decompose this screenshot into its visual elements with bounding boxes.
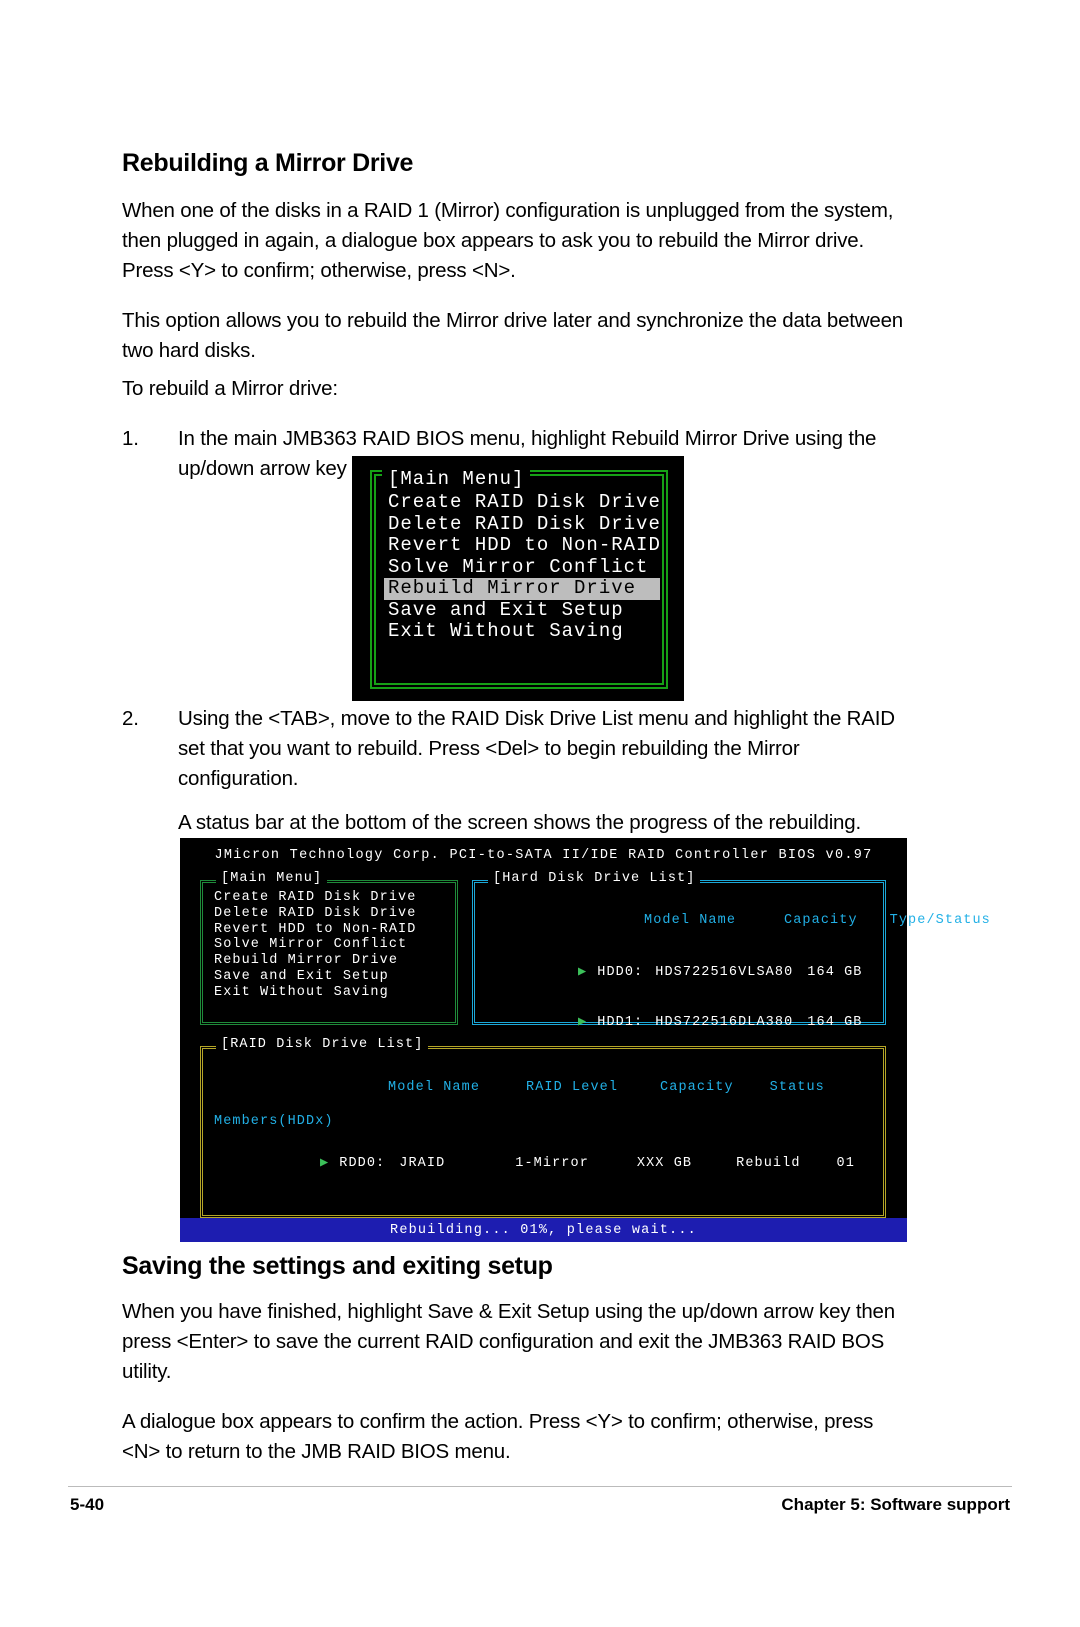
column-header-type-status: Type/Status — [889, 912, 991, 928]
cell-drive-id: HDD0: — [597, 965, 644, 980]
panel-title-hard-disk-drive-list: [Hard Disk Drive List] — [488, 871, 701, 886]
menu-item-create-raid-disk-drive[interactable]: Create RAID Disk Drive — [214, 890, 452, 906]
table-row[interactable]: ▶ HDD1: HDS722516DLA380 164 GB RAID Inside — [486, 998, 1011, 1048]
cell-raid-level: 1-Mirror — [515, 1155, 589, 1171]
menu-item-exit-without-saving[interactable]: Exit Without Saving — [384, 620, 674, 643]
column-header-raid-level: RAID Level — [526, 1079, 619, 1095]
menu-item-rebuild-mirror-drive[interactable]: Rebuild Mirror Drive — [214, 953, 452, 969]
footer-page-number: 5-40 — [70, 1495, 105, 1514]
cell-model-name: JRAID — [399, 1155, 446, 1171]
table-row[interactable]: ▶ RDD0: JRAID 1-Mirror XXX GB Rebuild 01 — [214, 1139, 880, 1189]
column-header-model-name: Model Name — [644, 912, 737, 928]
menu-item-rebuild-mirror-drive[interactable]: Rebuild Mirror Drive — [384, 577, 660, 600]
cell-drive-id: HDD1: — [597, 1014, 644, 1030]
paragraph-status-bar-note: A status bar at the bottom of the screen… — [178, 811, 861, 834]
bios-full-screen-screenshot: JMicron Technology Corp. PCI-to-SATA II/… — [180, 838, 1011, 1242]
column-header-status: Status — [769, 1079, 825, 1095]
panel-title-raid-disk-drive-list: [RAID Disk Drive List] — [216, 1037, 429, 1052]
table-header-row: Model Name RAID Level Capacity Status — [214, 1063, 880, 1113]
menu-item-create-raid-disk-drive[interactable]: Create RAID Disk Drive — [384, 491, 674, 514]
document-page: Rebuilding a Mirror Drive When one of th… — [0, 0, 1080, 1627]
selection-arrow-icon: ▶ — [320, 1155, 330, 1171]
cell-status: Rebuild — [736, 1155, 801, 1171]
section-title-saving-settings: Saving the settings and exiting setup — [122, 1252, 553, 1280]
table-row[interactable]: ▶ HDD0: HDS722516VLSA80 164 GB RAID Inside — [486, 949, 1011, 999]
cell-capacity: 164 GB — [807, 965, 863, 980]
panel-main-menu: [Main Menu] Create RAID Disk Drive Delet… — [200, 871, 458, 1025]
column-header-capacity: Capacity — [784, 912, 858, 928]
paragraph-option: This option allows you to rebuild the Mi… — [122, 308, 903, 362]
menu-items-list: Create RAID Disk Drive Delete RAID Disk … — [384, 491, 674, 643]
column-header-capacity: Capacity — [660, 1079, 734, 1095]
panel-body: Model Name Capacity Type/Status ▶ HDD0: HDS7… — [486, 890, 1011, 1030]
paragraph-to-rebuild: To rebuild a Mirror drive: — [122, 376, 338, 400]
selection-arrow-icon: ▶ — [578, 1014, 588, 1030]
paragraph-intro: When one of the disks in a RAID 1 (Mirro… — [122, 198, 894, 282]
status-bar-rebuilding: Rebuilding... 01%, please wait... — [180, 1218, 907, 1242]
panel-hard-disk-drive-list: [Hard Disk Drive List] Model Name Capacit… — [472, 871, 1011, 1030]
menu-item-solve-mirror-conflict[interactable]: Solve Mirror Conflict — [384, 556, 674, 579]
table-header-row: Model Name Capacity Type/Status — [486, 896, 990, 946]
column-header-model-name: Model Name — [388, 1079, 481, 1095]
panel-title-main-menu: [Main Menu] — [216, 871, 328, 886]
cell-capacity: XXX GB — [636, 1155, 693, 1171]
cell-model-name: HDS722516DLA380 — [655, 1014, 794, 1030]
panel-raid-disk-drive-list: [RAID Disk Drive List] Model Name RAID Le… — [200, 1037, 886, 1218]
cell-members: 01 — [836, 1155, 855, 1171]
cell-type-status: RAID Inside — [910, 965, 1012, 980]
list-item-step-2: 2. Using the <TAB>, move to the RAID Dis… — [122, 704, 912, 794]
menu-item-exit-without-saving[interactable]: Exit Without Saving — [214, 985, 452, 1001]
selection-arrow-icon: ▶ — [578, 965, 588, 980]
menu-item-save-and-exit-setup[interactable]: Save and Exit Setup — [384, 599, 674, 622]
step-number: 2. — [122, 707, 139, 730]
menu-item-delete-raid-disk-drive[interactable]: Delete RAID Disk Drive — [214, 906, 452, 922]
menu-item-revert-hdd-to-non-raid[interactable]: Revert HDD to Non-RAID — [384, 534, 674, 557]
cell-type-status: RAID Inside — [910, 1014, 1012, 1030]
panel-body: Create RAID Disk Drive Delete RAID Disk … — [214, 890, 452, 1021]
menu-item-save-and-exit-setup[interactable]: Save and Exit Setup — [214, 969, 452, 985]
menu-item-solve-mirror-conflict[interactable]: Solve Mirror Conflict — [214, 937, 452, 953]
label-members-hddx: Members(HDDx) — [214, 1113, 334, 1129]
page-title: Rebuilding a Mirror Drive — [122, 149, 414, 177]
bios-main-menu-screenshot: [Main Menu] Create RAID Disk Drive Delet… — [352, 456, 684, 701]
panel-body: Model Name RAID Level Capacity Status Membe… — [214, 1056, 880, 1214]
cell-raid-id: RDD0: — [339, 1155, 386, 1171]
step-number: 1. — [122, 426, 139, 450]
cell-model-name: HDS722516VLSA80 — [655, 965, 794, 980]
section-saving-settings: Saving the settings and exiting setup Wh… — [122, 1252, 912, 1487]
section-step-2: 2. Using the <TAB>, move to the RAID Dis… — [122, 704, 912, 838]
paragraph-dialogue-confirm: A dialogue box appears to confirm the ac… — [122, 1409, 874, 1463]
menu-title-label: [Main Menu] — [382, 468, 531, 490]
cell-capacity: 164 GB — [807, 1014, 863, 1030]
menu-item-delete-raid-disk-drive[interactable]: Delete RAID Disk Drive — [384, 513, 674, 536]
footer-divider — [68, 1486, 1012, 1487]
section-rebuilding-mirror-drive: Rebuilding a Mirror Drive When one of th… — [122, 149, 912, 490]
bios-header-title: JMicron Technology Corp. PCI-to-SATA II/… — [214, 848, 873, 863]
step-text: Using the <TAB>, move to the RAID Disk D… — [178, 707, 895, 790]
footer-chapter-label: Chapter 5: Software support — [781, 1495, 1010, 1514]
menu-item-revert-hdd-to-non-raid[interactable]: Revert HDD to Non-RAID — [214, 922, 452, 938]
steps-list-2: 2. Using the <TAB>, move to the RAID Dis… — [122, 704, 912, 794]
paragraph-save-exit: When you have finished, highlight Save &… — [122, 1299, 895, 1383]
